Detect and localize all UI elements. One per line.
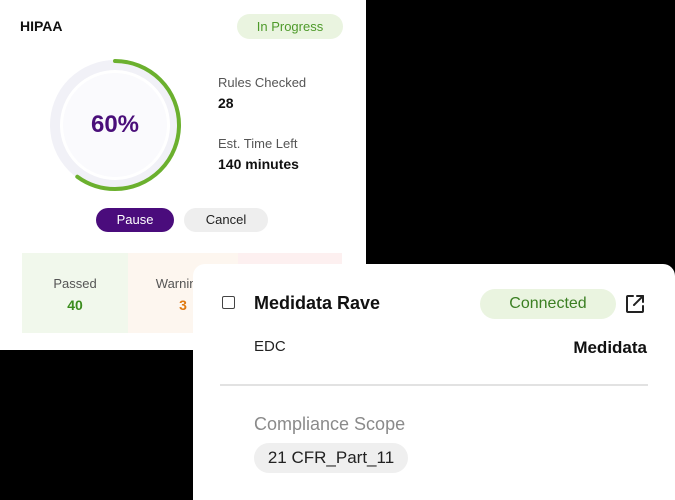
time-left-value: 140 minutes xyxy=(218,156,299,172)
scan-title: HIPAA xyxy=(20,18,63,34)
compliance-scope-tag: 21 CFR_Part_11 xyxy=(254,443,408,473)
integration-type: EDC xyxy=(254,338,286,355)
connection-status-badge: Connected xyxy=(480,289,616,319)
status-badge: In Progress xyxy=(237,14,343,39)
external-link-icon[interactable] xyxy=(623,292,647,316)
progress-percent: 60% xyxy=(90,111,140,138)
integration-vendor: Medidata xyxy=(573,338,647,357)
passed-tile: Passed 40 xyxy=(22,253,128,333)
cancel-button[interactable]: Cancel xyxy=(184,208,268,232)
passed-label: Passed xyxy=(53,276,97,291)
integration-name: Medidata Rave xyxy=(254,293,381,313)
divider xyxy=(220,384,648,386)
rules-checked-label: Rules Checked xyxy=(218,75,307,90)
integration-card: Medidata Rave Connected EDC Medidata Com… xyxy=(193,264,675,500)
passed-count: 40 xyxy=(67,297,83,313)
pause-button[interactable]: Pause xyxy=(96,208,174,232)
rules-checked-value: 28 xyxy=(218,95,234,111)
time-left-label: Est. Time Left xyxy=(218,136,298,151)
checkbox-icon[interactable] xyxy=(222,296,235,309)
compliance-scope-label: Compliance Scope xyxy=(254,414,406,434)
